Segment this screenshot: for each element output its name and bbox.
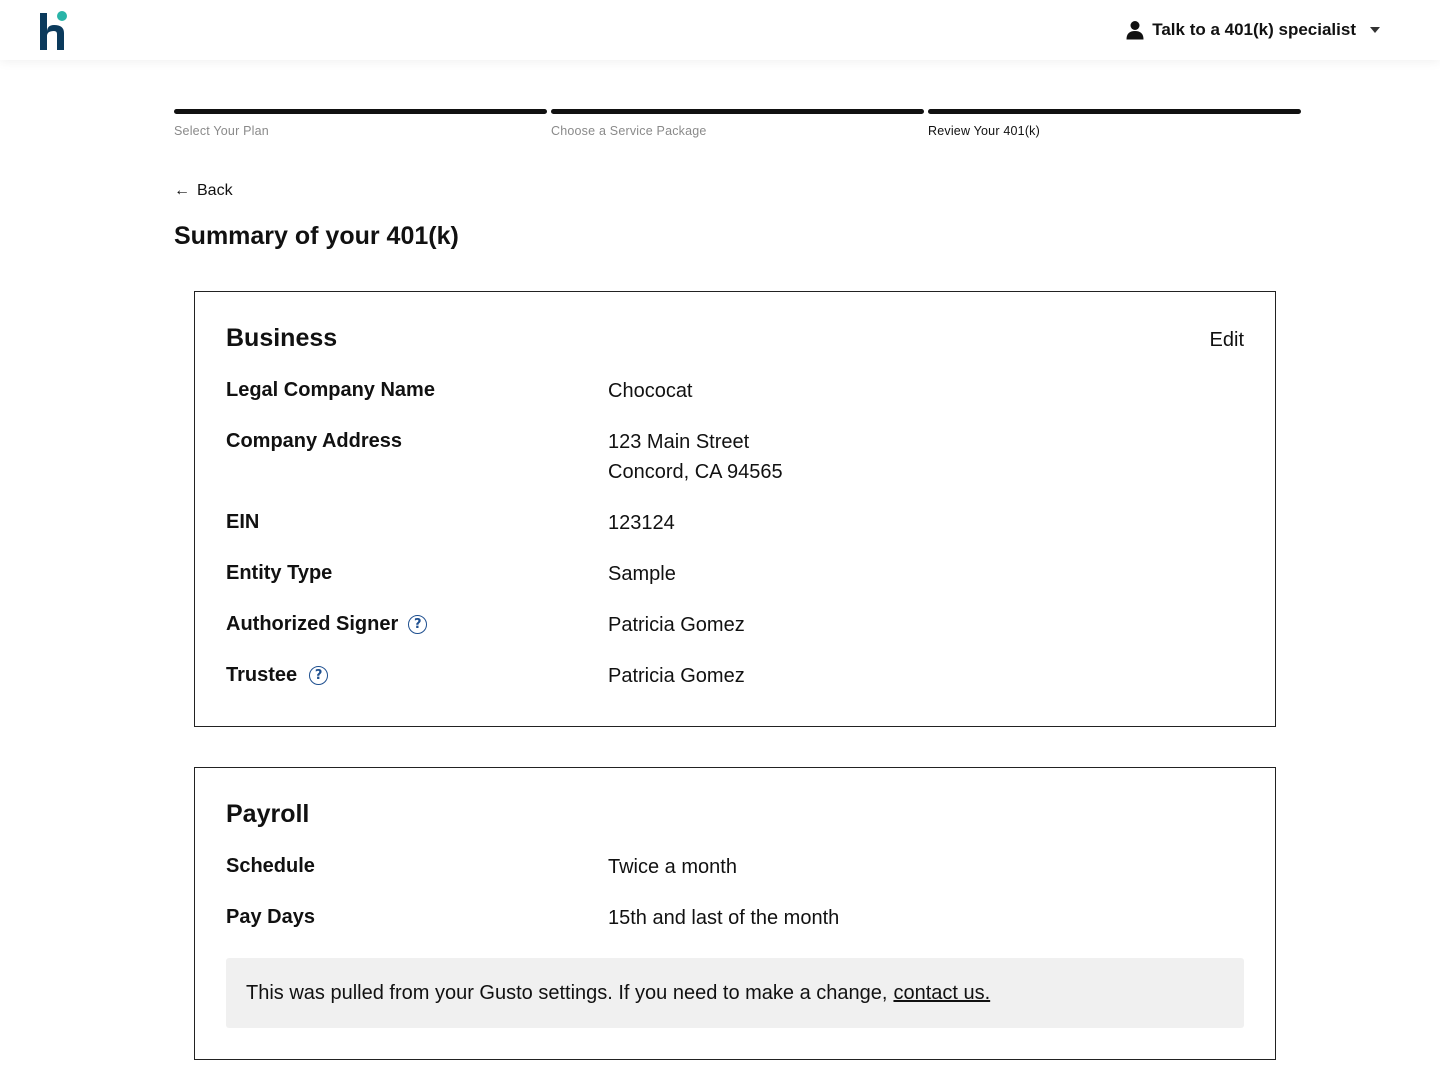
step-label: Choose a Service Package — [551, 124, 707, 138]
row-label: Authorized Signer ? — [226, 613, 428, 636]
row-value: 123124 — [608, 512, 675, 534]
step-label: Select Your Plan — [174, 124, 269, 138]
payroll-title: Payroll — [226, 800, 310, 828]
help-icon[interactable]: ? — [408, 615, 428, 634]
row-label: Entity Type — [226, 562, 333, 584]
person-icon — [1126, 21, 1144, 40]
step-review[interactable]: Review Your 401(k) — [928, 109, 1301, 138]
back-link[interactable]: ← Back — [174, 182, 233, 200]
address-line-1: 123 Main Street — [608, 431, 750, 453]
logo[interactable] — [38, 10, 70, 52]
page-title: Summary of your 401(k) — [174, 222, 459, 250]
business-card: Business Edit Legal Company Name Chococa… — [194, 291, 1276, 727]
specialist-menu[interactable]: Talk to a 401(k) specialist — [1126, 18, 1380, 42]
payroll-card: Payroll Schedule Twice a month Pay Days … — [194, 767, 1276, 1060]
help-icon[interactable]: ? — [309, 666, 329, 685]
contact-us-link[interactable]: contact us. — [893, 982, 990, 1005]
specialist-label: Talk to a 401(k) specialist — [1152, 20, 1356, 39]
row-label: Company Address — [226, 430, 402, 452]
address-line-2: Concord, CA 94565 — [608, 461, 783, 483]
row-value: Patricia Gomez — [608, 665, 745, 687]
row-value: Sample — [608, 563, 676, 585]
business-title: Business — [226, 324, 338, 352]
row-value: 123 Main Street Concord, CA 94565 — [608, 427, 783, 487]
caret-down-icon — [1370, 27, 1380, 33]
row-value: Patricia Gomez — [608, 614, 745, 636]
back-label: Back — [197, 182, 233, 199]
edit-business-button[interactable]: Edit — [1210, 329, 1244, 352]
notice-text: This was pulled from your Gusto settings… — [246, 981, 888, 1004]
step-bar — [551, 109, 924, 114]
row-label: Schedule — [226, 855, 315, 877]
step-bar — [174, 109, 547, 114]
row-label: Trustee ? — [226, 664, 329, 687]
step-service-package[interactable]: Choose a Service Package — [551, 109, 924, 138]
arrow-left-icon: ← — [174, 182, 190, 199]
step-select-plan[interactable]: Select Your Plan — [174, 109, 547, 138]
step-label: Review Your 401(k) — [928, 124, 1040, 138]
row-value: 15th and last of the month — [608, 907, 840, 929]
row-label: EIN — [226, 511, 260, 533]
row-label: Legal Company Name — [226, 379, 435, 401]
row-label: Pay Days — [226, 906, 315, 928]
row-value: Chococat — [608, 380, 693, 402]
gusto-settings-notice: This was pulled from your Gusto settings… — [226, 958, 1244, 1028]
top-bar: Talk to a 401(k) specialist — [0, 0, 1440, 60]
row-value: Twice a month — [608, 856, 737, 878]
step-bar — [928, 109, 1301, 114]
progress-steps: Select Your Plan Choose a Service Packag… — [174, 109, 1301, 138]
